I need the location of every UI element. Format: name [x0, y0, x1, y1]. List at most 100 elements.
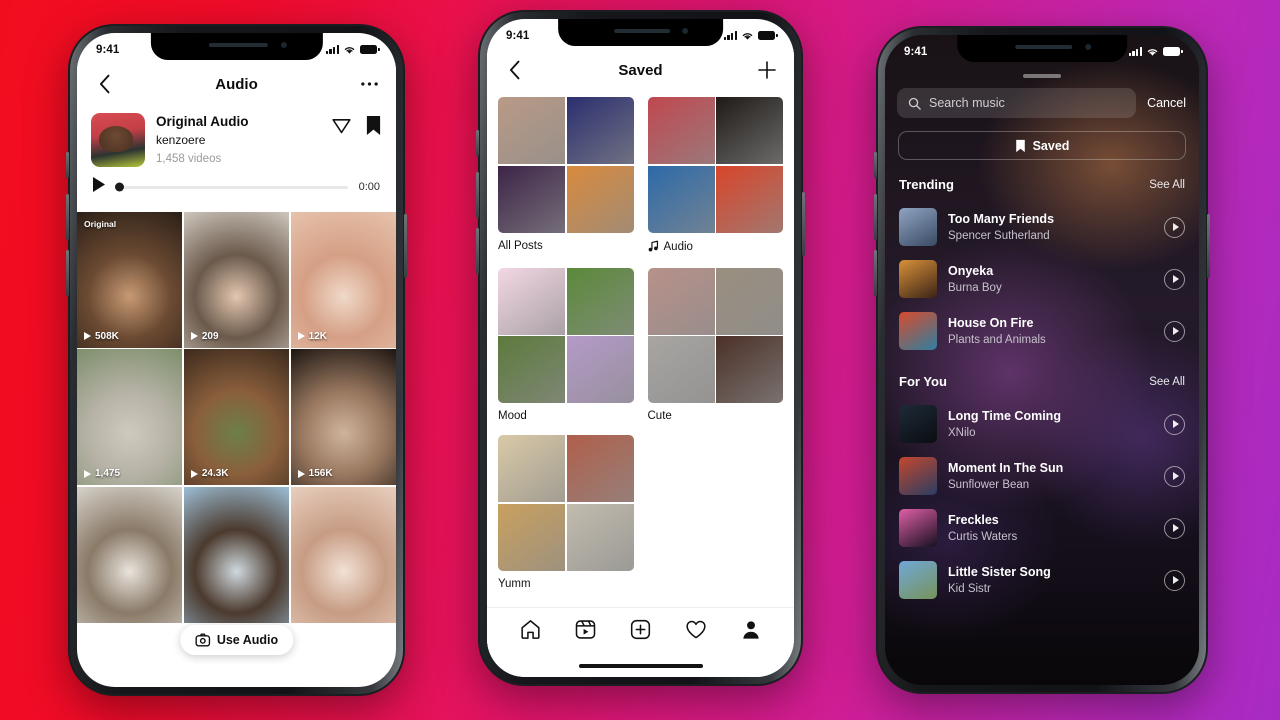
- play-icon[interactable]: [93, 177, 105, 197]
- use-audio-button[interactable]: Use Audio: [179, 625, 294, 655]
- collection-label-text: Cute: [647, 410, 672, 422]
- video-view-count: 1,475: [84, 468, 120, 479]
- music-track-row[interactable]: House On Fire Plants and Animals: [885, 305, 1199, 357]
- home-indicator: [487, 655, 794, 677]
- phone2-screen: 9:41 Saved All Posts Audio Mood Cute Yum…: [487, 19, 794, 677]
- track-artist: Curtis Waters: [948, 530, 1018, 543]
- collection-label: All Posts: [498, 240, 634, 252]
- music-track-row[interactable]: Freckles Curtis Waters: [885, 502, 1199, 554]
- play-circle-icon[interactable]: [1164, 268, 1185, 290]
- album-art: [899, 405, 937, 443]
- page-title: Audio: [215, 75, 258, 93]
- track-artist: Spencer Sutherland: [948, 229, 1050, 242]
- reels-icon[interactable]: [574, 618, 597, 646]
- collection-preview-tile: [647, 165, 715, 233]
- track-title: Little Sister Song: [948, 564, 1051, 579]
- collection-preview-grid: [498, 435, 634, 571]
- music-track-row[interactable]: Moment In The Sun Sunflower Bean: [885, 450, 1199, 502]
- notch: [150, 33, 323, 60]
- collection-preview-tile: [716, 267, 783, 335]
- music-track-row[interactable]: Onyeka Burna Boy: [885, 253, 1199, 305]
- saved-music-button[interactable]: Saved: [898, 131, 1186, 160]
- track-title: Too Many Friends: [948, 211, 1055, 226]
- more-options-icon[interactable]: [356, 71, 382, 97]
- back-button[interactable]: [501, 57, 527, 83]
- see-all-link[interactable]: See All: [1149, 179, 1185, 191]
- video-grid-cell[interactable]: [183, 486, 290, 623]
- back-button[interactable]: [91, 71, 117, 97]
- play-circle-icon[interactable]: [1164, 569, 1185, 591]
- saved-collection[interactable]: Cute: [647, 267, 784, 422]
- album-art: [899, 457, 937, 495]
- track-meta: Moment In The Sun Sunflower Bean: [948, 460, 1153, 493]
- audio-navbar: Audio: [77, 63, 396, 105]
- audio-detail-card: Original Audio kenzoere 1,458 videos 0:0…: [77, 105, 396, 212]
- video-view-count: 508K: [84, 331, 119, 342]
- audio-title: Original Audio: [156, 114, 249, 129]
- track-meta: Onyeka Burna Boy: [948, 263, 1153, 296]
- music-track-row[interactable]: Long Time Coming XNilo: [885, 398, 1199, 450]
- collection-preview-tile: [647, 97, 715, 164]
- play-circle-icon[interactable]: [1164, 413, 1185, 435]
- battery-icon: [1163, 47, 1183, 56]
- collection-preview-tile: [716, 97, 783, 164]
- music-track-row[interactable]: Little Sister Song Kid Sistr: [885, 554, 1199, 606]
- video-grid-cell[interactable]: [77, 486, 183, 623]
- video-grid-cell[interactable]: 156K: [290, 349, 396, 486]
- see-all-link[interactable]: See All: [1149, 376, 1185, 388]
- video-thumbnail: [290, 349, 396, 486]
- saved-collection[interactable]: Mood: [498, 267, 634, 422]
- bookmark-filled-icon[interactable]: [365, 115, 382, 141]
- profile-avatar-icon[interactable]: [740, 618, 762, 646]
- track-title: Onyeka: [948, 263, 994, 278]
- saved-music-label: Saved: [1032, 138, 1070, 153]
- collection-label: Audio: [648, 240, 784, 255]
- search-input[interactable]: Search music: [897, 88, 1137, 118]
- video-thumbnail: [183, 349, 290, 486]
- music-track-row[interactable]: Too Many Friends Spencer Sutherland: [885, 201, 1199, 253]
- cancel-button[interactable]: Cancel: [1147, 96, 1186, 110]
- home-icon[interactable]: [519, 618, 542, 646]
- video-grid-cell[interactable]: 209: [183, 212, 290, 348]
- play-circle-icon[interactable]: [1164, 216, 1185, 238]
- phone1-screen: 9:41 Audio Original Audio kenzoere 1,458…: [77, 33, 396, 687]
- video-grid-cell[interactable]: [290, 486, 396, 623]
- track-title: House On Fire: [948, 315, 1034, 330]
- plus-square-icon[interactable]: [629, 618, 652, 646]
- play-circle-icon[interactable]: [1164, 517, 1185, 539]
- cellular-bars-icon: [1128, 47, 1142, 56]
- music-note-icon: [648, 240, 659, 255]
- collection-preview-tile: [716, 336, 783, 403]
- saved-collection[interactable]: Audio: [647, 97, 784, 255]
- plus-icon[interactable]: [754, 57, 780, 83]
- collection-label: Cute: [648, 410, 784, 422]
- video-grid-cell[interactable]: 12K: [290, 212, 396, 348]
- saved-collection[interactable]: All Posts: [498, 97, 634, 255]
- music-section-header: For You See All: [885, 357, 1199, 398]
- collection-label: Yumm: [498, 578, 634, 590]
- notch: [557, 19, 724, 46]
- saved-collection[interactable]: Yumm: [498, 435, 634, 590]
- audio-scrubber[interactable]: [115, 182, 348, 192]
- saved-collections-list[interactable]: All Posts Audio Mood Cute Yumm: [487, 91, 794, 607]
- video-thumbnail: [183, 486, 290, 623]
- wifi-icon: [1147, 48, 1158, 56]
- play-circle-icon[interactable]: [1164, 320, 1185, 342]
- collection-preview-tile: [716, 165, 783, 233]
- play-triangle-icon: [297, 332, 305, 341]
- wifi-icon: [742, 32, 753, 40]
- sheet-grabber[interactable]: [1023, 74, 1061, 78]
- video-grid-cell[interactable]: 1,475: [77, 349, 183, 486]
- heart-icon[interactable]: [684, 618, 708, 646]
- collection-preview-grid: [647, 267, 783, 403]
- share-paper-plane-icon[interactable]: [331, 115, 352, 141]
- video-grid-cell[interactable]: Original 508K: [77, 212, 183, 348]
- audio-username[interactable]: kenzoere: [156, 132, 320, 149]
- collection-preview-grid: [647, 97, 783, 233]
- collection-label-text: Mood: [498, 410, 527, 422]
- track-title: Long Time Coming: [948, 408, 1061, 423]
- video-grid-cell[interactable]: 24.3K: [183, 349, 290, 486]
- play-circle-icon[interactable]: [1164, 465, 1185, 487]
- notch: [957, 35, 1127, 62]
- scrubber-handle[interactable]: [115, 182, 124, 192]
